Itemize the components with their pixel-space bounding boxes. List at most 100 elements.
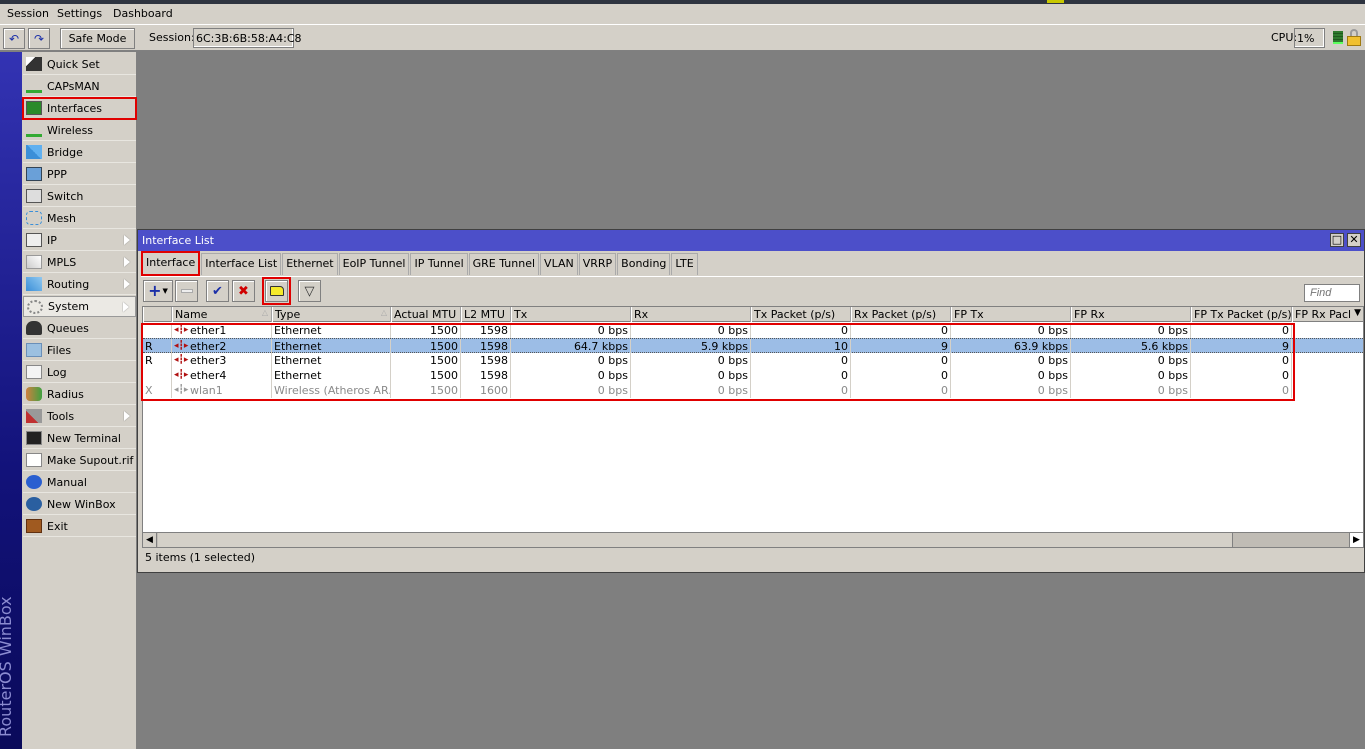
- menu-settings[interactable]: Settings: [57, 7, 102, 20]
- safe-mode-button[interactable]: Safe Mode: [60, 28, 135, 49]
- sidebar-item-capsman[interactable]: CAPsMAN: [23, 76, 136, 97]
- cell-name: ◂┇▸ ether3: [172, 353, 272, 368]
- sidebar-item-routing[interactable]: Routing: [23, 274, 136, 295]
- columns-menu-icon[interactable]: ▼: [1354, 308, 1361, 318]
- cell-text: 0 bps: [1037, 369, 1068, 382]
- cell-text: 10: [834, 340, 848, 353]
- menu-dashboard[interactable]: Dashboard: [113, 7, 173, 20]
- add-button[interactable]: + ▼: [143, 280, 173, 302]
- column-header-label: FP Tx: [954, 308, 984, 321]
- horizontal-scrollbar[interactable]: ◀ ▶: [142, 532, 1364, 548]
- tab-interface[interactable]: Interface: [141, 251, 201, 276]
- sidebar-item-exit[interactable]: Exit: [23, 516, 136, 537]
- cell-text: 64.7 kbps: [573, 340, 628, 353]
- table-row[interactable]: R ◂┇▸ ether3 Ethernet 1500 1598 0 bps 0 bps 0 0 0 …: [143, 353, 1363, 368]
- sidebar: Quick Set CAPsMAN Interfaces Wireless Bridge…: [22, 52, 137, 749]
- column-header-type[interactable]: Type △: [272, 307, 391, 322]
- cell-tx-pps: 0: [751, 323, 851, 338]
- cell-text: 0: [941, 354, 948, 367]
- sidebar-item-files[interactable]: Files: [23, 340, 136, 361]
- sidebar-item-queues[interactable]: Queues: [23, 318, 136, 339]
- minus-icon: [180, 289, 193, 293]
- cell-rx-pps: 9: [851, 339, 951, 354]
- sidebar-item-label: Interfaces: [47, 101, 102, 115]
- cell-text: 9: [1282, 340, 1289, 353]
- cell-l2-mtu: 1600: [461, 383, 511, 398]
- column-header-label: Tx Packet (p/s): [754, 308, 836, 321]
- redo-icon: ↷: [33, 31, 45, 46]
- scrollbar-thumb[interactable]: [158, 533, 1233, 547]
- table-row[interactable]: ◂┇▸ ether4 Ethernet 1500 1598 0 bps 0 bps 0 0 0 b…: [143, 368, 1363, 383]
- tab-ethernet[interactable]: Ethernet: [282, 253, 338, 275]
- sidebar-item-label: Radius: [47, 387, 84, 401]
- cell-actual-mtu: 1500: [391, 339, 461, 354]
- column-header-flags[interactable]: [143, 307, 172, 322]
- column-header-tx-packet-p-s[interactable]: Tx Packet (p/s): [751, 307, 851, 322]
- find-input[interactable]: [1304, 284, 1360, 302]
- column-header-name[interactable]: Name △: [172, 307, 272, 322]
- sidebar-item-ip[interactable]: IP: [23, 230, 136, 251]
- column-header-rx[interactable]: Rx: [631, 307, 751, 322]
- close-button[interactable]: ✕: [1347, 233, 1361, 247]
- sidebar-item-quick-set[interactable]: Quick Set: [23, 54, 136, 75]
- sidebar-item-mpls[interactable]: MPLS: [23, 252, 136, 273]
- tab-gre-tunnel[interactable]: GRE Tunnel: [468, 253, 540, 275]
- tab-vrrp[interactable]: VRRP: [578, 253, 617, 275]
- sidebar-item-bridge[interactable]: Bridge: [23, 142, 136, 163]
- sidebar-item-new-winbox[interactable]: New WinBox: [23, 494, 136, 515]
- cell-fp-tx: 0 bps: [951, 323, 1071, 338]
- sidebar-item-new-terminal[interactable]: New Terminal: [23, 428, 136, 449]
- cell-text: 0: [941, 369, 948, 382]
- ethernet-interface-icon: ◂┇▸: [174, 325, 189, 335]
- sidebar-item-ppp[interactable]: PPP: [23, 164, 136, 185]
- disable-button[interactable]: ✖: [232, 280, 255, 302]
- column-header-fp-tx[interactable]: FP Tx: [951, 307, 1071, 322]
- cell-text: ether1: [190, 324, 227, 337]
- cell-text: 1598: [480, 324, 508, 337]
- cell-tx: 0 bps: [511, 383, 631, 398]
- sidebar-item-make-supout-rif[interactable]: Make Supout.rif: [23, 450, 136, 471]
- table-row[interactable]: ◂┇▸ ether1 Ethernet 1500 1598 0 bps 0 bps 0 0 0 b…: [143, 323, 1363, 338]
- cell-text: 1500: [430, 384, 458, 397]
- column-header-l2-mtu[interactable]: L2 MTU: [461, 307, 511, 322]
- enable-button[interactable]: ✔: [206, 280, 229, 302]
- comment-button[interactable]: [262, 277, 291, 305]
- tab-vlan[interactable]: VLAN: [540, 253, 578, 275]
- redo-button[interactable]: ↷: [28, 28, 50, 49]
- sidebar-item-wireless[interactable]: Wireless: [23, 120, 136, 141]
- sidebar-item-label: Exit: [47, 519, 68, 533]
- table-row[interactable]: R ◂┇▸ ether2 Ethernet 1500 1598 64.7 kbps 5.9 k…: [143, 338, 1363, 354]
- sidebar-item-switch[interactable]: Switch: [23, 186, 136, 207]
- maximize-button[interactable]: □: [1330, 233, 1344, 247]
- interface-list-window: Interface List □ ✕ Interface Interface Li…: [137, 229, 1365, 573]
- ethernet-interface-icon: ◂┇▸: [174, 355, 189, 365]
- column-header-fp-rx[interactable]: FP Rx: [1071, 307, 1191, 322]
- scroll-right-icon[interactable]: ▶: [1349, 533, 1363, 547]
- column-header-fp-tx-packet-p-s[interactable]: FP Tx Packet (p/s): [1191, 307, 1292, 322]
- sidebar-item-tools[interactable]: Tools: [23, 406, 136, 427]
- filter-button[interactable]: ▽: [298, 280, 321, 302]
- sidebar-item-system[interactable]: System: [23, 296, 136, 317]
- tab-ip-tunnel[interactable]: IP Tunnel: [410, 253, 468, 275]
- tab-eoip-tunnel[interactable]: EoIP Tunnel: [338, 253, 410, 275]
- sidebar-item-radius[interactable]: Radius: [23, 384, 136, 405]
- column-header-fp-rx-pacl[interactable]: FP Rx Pacl ▼: [1292, 307, 1363, 322]
- sidebar-item-interfaces[interactable]: Interfaces: [22, 97, 137, 120]
- tab-bonding[interactable]: Bonding: [617, 253, 671, 275]
- cell-text: Ethernet: [274, 369, 322, 382]
- sidebar-item-log[interactable]: Log: [23, 362, 136, 383]
- table-row[interactable]: X ◂┇▸ wlan1 Wireless (Atheros AR.. 1500 1600 0…: [143, 383, 1363, 398]
- tab-lte[interactable]: LTE: [671, 253, 698, 275]
- tab-interface-list[interactable]: Interface List: [201, 253, 282, 275]
- menu-session[interactable]: Session: [7, 7, 49, 20]
- sidebar-item-mesh[interactable]: Mesh: [23, 208, 136, 229]
- undo-button[interactable]: ↶: [3, 28, 25, 49]
- scroll-left-icon[interactable]: ◀: [143, 533, 157, 547]
- column-header-actual-mtu[interactable]: Actual MTU: [391, 307, 461, 322]
- column-header-tx[interactable]: Tx: [511, 307, 631, 322]
- terminal-icon: [26, 431, 42, 445]
- column-header-rx-packet-p-s[interactable]: Rx Packet (p/s): [851, 307, 951, 322]
- sidebar-item-manual[interactable]: Manual: [23, 472, 136, 493]
- remove-button[interactable]: [175, 280, 198, 302]
- cell-text: 0 bps: [597, 369, 628, 382]
